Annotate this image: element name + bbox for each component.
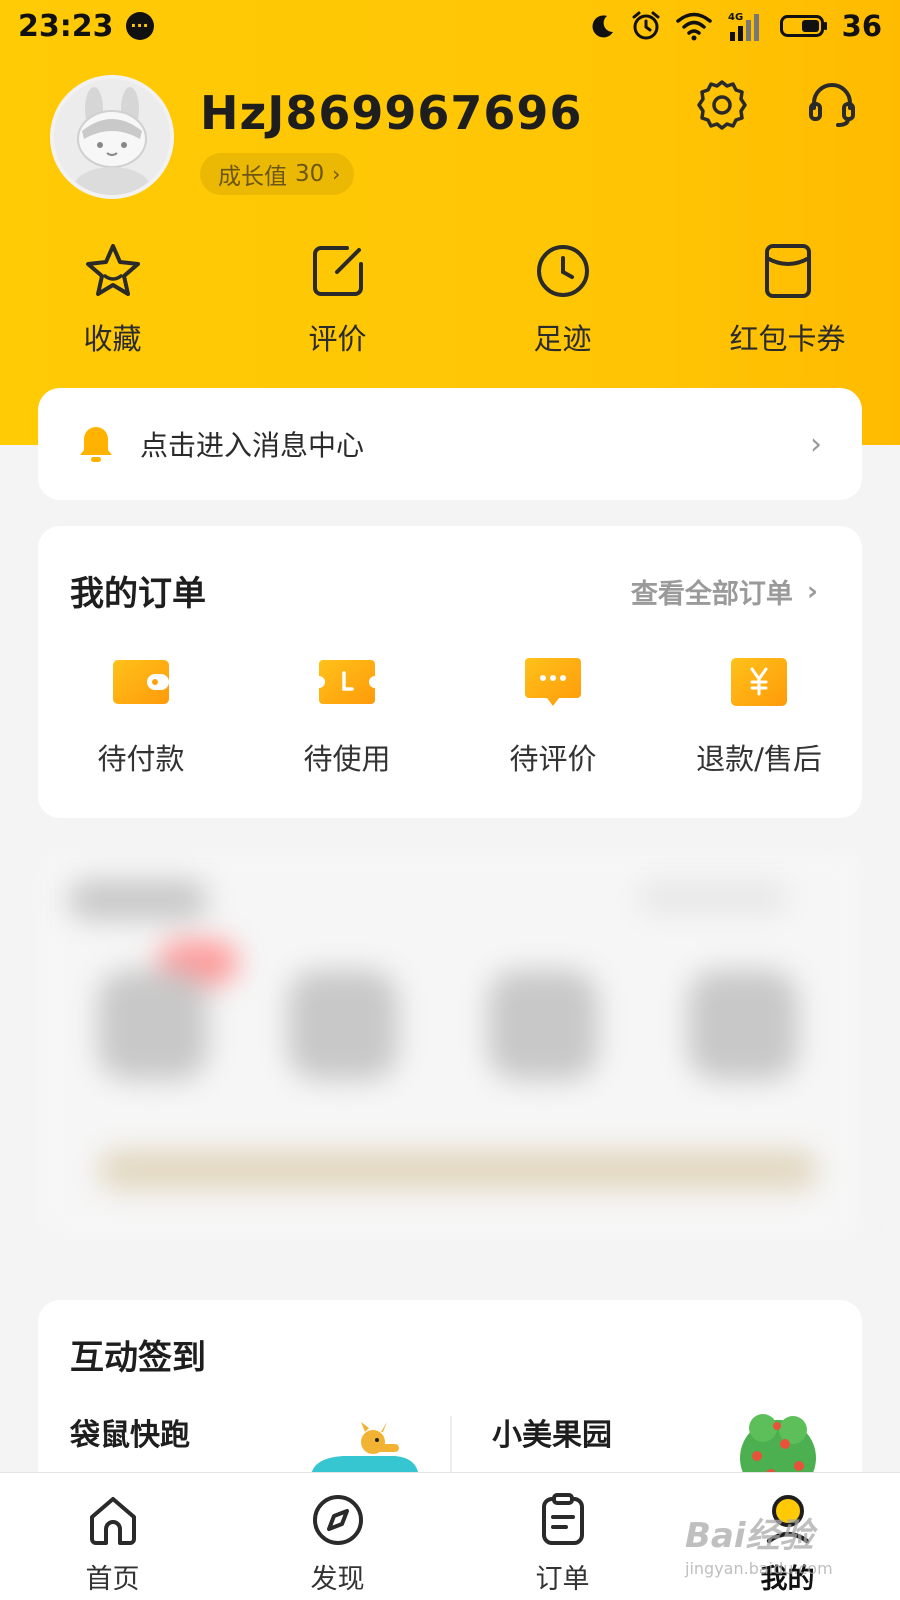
home-icon	[89, 1497, 136, 1545]
quick-action-label: 收藏	[83, 322, 142, 356]
clipboard-icon	[541, 1493, 584, 1545]
avatar[interactable]	[50, 75, 174, 199]
bell-icon	[80, 427, 112, 462]
view-all-orders-link[interactable]: 查看全部订单 ›	[631, 572, 818, 611]
network-type: 4G	[728, 12, 743, 23]
signal-icon: 4G	[728, 12, 759, 41]
order-status-label: 待付款	[97, 742, 185, 776]
message-center-card[interactable]: 点击进入消息中心 ›	[38, 388, 862, 500]
tab-label: 首页	[85, 1564, 140, 1595]
coupon-icon	[764, 244, 811, 298]
profile-icon	[766, 1495, 809, 1544]
tab-label: 发现	[310, 1564, 365, 1595]
tab-discover[interactable]: 发现	[225, 1473, 450, 1600]
quick-action-label: 红包卡券	[729, 322, 846, 356]
quick-actions: 收藏 评价 足迹 红包卡券	[0, 240, 900, 365]
headset-icon[interactable]	[805, 78, 859, 132]
quick-action-reviews[interactable]: 评价	[225, 240, 450, 365]
game-kangaroo-run[interactable]: 袋鼠快跑	[70, 1410, 190, 1454]
username: HzJ869967696	[200, 86, 583, 140]
tab-mine[interactable]: 我的	[675, 1473, 900, 1600]
order-to-review[interactable]: 待评价	[450, 656, 656, 778]
quick-action-history[interactable]: 足迹	[450, 240, 675, 365]
game-xiaomei-orchard[interactable]: 小美果园	[492, 1410, 612, 1454]
status-time: 23:23	[18, 8, 114, 44]
settings-icon[interactable]	[695, 78, 749, 132]
status-indicators: 4G 36	[590, 9, 882, 43]
order-pending-payment[interactable]: 待付款	[38, 656, 244, 778]
clock-icon	[536, 245, 589, 297]
growth-value: 30	[295, 161, 325, 187]
growth-value-badge[interactable]: 成长值 30 ›	[200, 153, 355, 195]
chevron-right-icon: ›	[810, 426, 822, 462]
view-all-orders-label: 查看全部订单	[630, 579, 793, 610]
order-status-label: 退款/售后	[696, 742, 822, 776]
order-refund-aftersale[interactable]: 退款/售后	[656, 656, 862, 778]
moon-icon	[592, 15, 613, 38]
battery-level: 36	[841, 9, 882, 43]
blurred-promo-section	[38, 850, 862, 1240]
quick-action-label: 足迹	[533, 322, 592, 356]
bottom-tab-bar: 首页 发现 订单 我的	[0, 1472, 900, 1600]
star-icon	[85, 244, 140, 296]
order-status-label: 待使用	[303, 742, 391, 776]
quick-action-coupons[interactable]: 红包卡券	[675, 240, 900, 365]
bunny-avatar-icon	[54, 79, 170, 195]
refund-icon	[731, 658, 787, 706]
compass-icon	[312, 1495, 363, 1545]
quick-action-label: 评价	[308, 322, 367, 356]
my-orders-card: 我的订单 查看全部订单 › 待付款 待使用 待评价 退款/售后	[38, 526, 862, 818]
orders-title: 我的订单	[70, 574, 206, 614]
growth-label: 成长值	[218, 164, 287, 190]
chevron-right-icon: ›	[806, 576, 818, 607]
order-to-use[interactable]: 待使用	[244, 656, 450, 778]
order-status-label: 待评价	[509, 742, 597, 776]
comment-icon	[525, 658, 581, 706]
message-notification-icon: ···	[125, 12, 154, 40]
wallet-icon	[113, 660, 169, 704]
order-status-row: 待付款 待使用 待评价 退款/售后	[38, 656, 862, 778]
quick-action-favorites[interactable]: 收藏	[0, 240, 225, 365]
wifi-icon	[675, 12, 712, 41]
message-center-text: 点击进入消息中心	[140, 429, 365, 462]
chevron-right-icon: ›	[332, 162, 341, 186]
tab-home[interactable]: 首页	[0, 1473, 225, 1600]
signin-title: 互动签到	[70, 1338, 206, 1378]
tab-label: 订单	[535, 1564, 590, 1595]
alarm-icon	[632, 11, 660, 40]
header-background	[0, 0, 900, 445]
edit-icon	[312, 246, 363, 296]
status-bar: 23:23 ··· 4G 36	[0, 0, 900, 52]
ticket-icon	[319, 660, 375, 704]
battery-icon	[779, 15, 827, 37]
tab-orders[interactable]: 订单	[450, 1473, 675, 1600]
tab-label: 我的	[760, 1564, 815, 1595]
